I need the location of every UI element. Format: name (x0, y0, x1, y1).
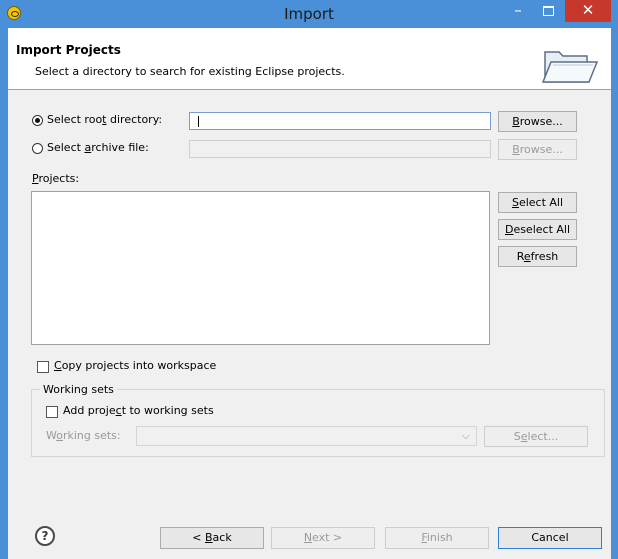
button-label: eselect All (513, 223, 571, 236)
cancel-button[interactable]: Cancel (498, 527, 602, 549)
label-text: opy projects into workspace (61, 359, 217, 372)
archive-file-input (189, 140, 491, 158)
open-folder-icon (541, 51, 599, 83)
label-text: Select roo (47, 113, 103, 126)
button-label: ack (212, 531, 232, 544)
title-bar[interactable]: Import – ✕ (0, 0, 618, 28)
button-mnemonic: B (205, 531, 213, 544)
text-caret (198, 116, 199, 127)
select-root-directory-radio[interactable] (32, 115, 43, 126)
label-text: Add proje (63, 404, 116, 417)
label-text: rojects: (38, 172, 80, 185)
browse-archive-button: Browse... (498, 139, 577, 160)
label-text: rchive file: (91, 141, 149, 154)
label-text: W (46, 429, 57, 442)
projects-label: Projects: (32, 172, 79, 185)
button-mnemonic: S (511, 196, 519, 209)
root-directory-input[interactable] (189, 112, 491, 130)
maximize-icon (542, 6, 554, 16)
close-button[interactable]: ✕ (565, 0, 611, 22)
next-button: Next > (271, 527, 375, 549)
finish-button: Finish (385, 527, 489, 549)
working-sets-combo: ⌵ (136, 426, 477, 446)
projects-list[interactable] (31, 191, 490, 345)
refresh-button[interactable]: Refresh (498, 246, 577, 267)
button-label: elect All (518, 196, 564, 209)
page-title: Import Projects (16, 43, 121, 57)
button-label: rowse... (519, 115, 563, 128)
help-icon[interactable]: ? (35, 526, 55, 546)
working-sets-label: Working sets: (46, 429, 121, 442)
button-label: ext > (312, 531, 343, 544)
chevron-down-icon: ⌵ (461, 429, 470, 442)
label-text: Select (47, 141, 85, 154)
button-mnemonic: e (520, 430, 528, 443)
button-label: lect... (527, 430, 559, 443)
button-label: R (516, 250, 524, 263)
label-text: directory: (106, 113, 163, 126)
button-mnemonic: N (303, 531, 313, 544)
copy-projects-label[interactable]: Copy projects into workspace (54, 359, 216, 372)
maximize-button[interactable] (535, 0, 561, 22)
browse-root-button[interactable]: Browse... (498, 111, 577, 132)
select-all-button[interactable]: Select All (498, 192, 577, 213)
label-mnemonic: C (54, 359, 62, 372)
dialog-body: Import Projects Select a directory to se… (8, 28, 611, 559)
wizard-header: Import Projects Select a directory to se… (8, 28, 611, 90)
button-mnemonic: B (512, 115, 520, 128)
working-sets-group-title: Working sets (40, 383, 117, 396)
button-mnemonic: e (523, 250, 531, 263)
import-dialog-window: Import – ✕ Import Projects Select a dire… (0, 0, 618, 559)
label-mnemonic: o (56, 429, 63, 442)
minimize-button[interactable]: – (505, 0, 531, 22)
copy-projects-checkbox[interactable] (37, 361, 49, 373)
add-to-working-sets-checkbox[interactable] (46, 406, 58, 418)
deselect-all-button[interactable]: Deselect All (498, 219, 577, 240)
select-working-sets-button: Select... (484, 426, 588, 447)
page-description: Select a directory to search for existin… (35, 65, 345, 78)
label-text: t to working sets (121, 404, 214, 417)
select-archive-file-label[interactable]: Select archive file: (47, 141, 149, 154)
button-label: < (192, 531, 205, 544)
select-archive-file-radio[interactable] (32, 143, 43, 154)
label-text: rking sets: (62, 429, 121, 442)
button-label: fresh (530, 250, 559, 263)
back-button[interactable]: < Back (160, 527, 264, 549)
button-mnemonic: B (512, 143, 520, 156)
button-label: inish (426, 531, 453, 544)
button-label: S (513, 430, 521, 443)
select-root-directory-label[interactable]: Select root directory: (47, 113, 162, 126)
add-to-working-sets-label[interactable]: Add project to working sets (63, 404, 214, 417)
button-label: rowse... (519, 143, 563, 156)
